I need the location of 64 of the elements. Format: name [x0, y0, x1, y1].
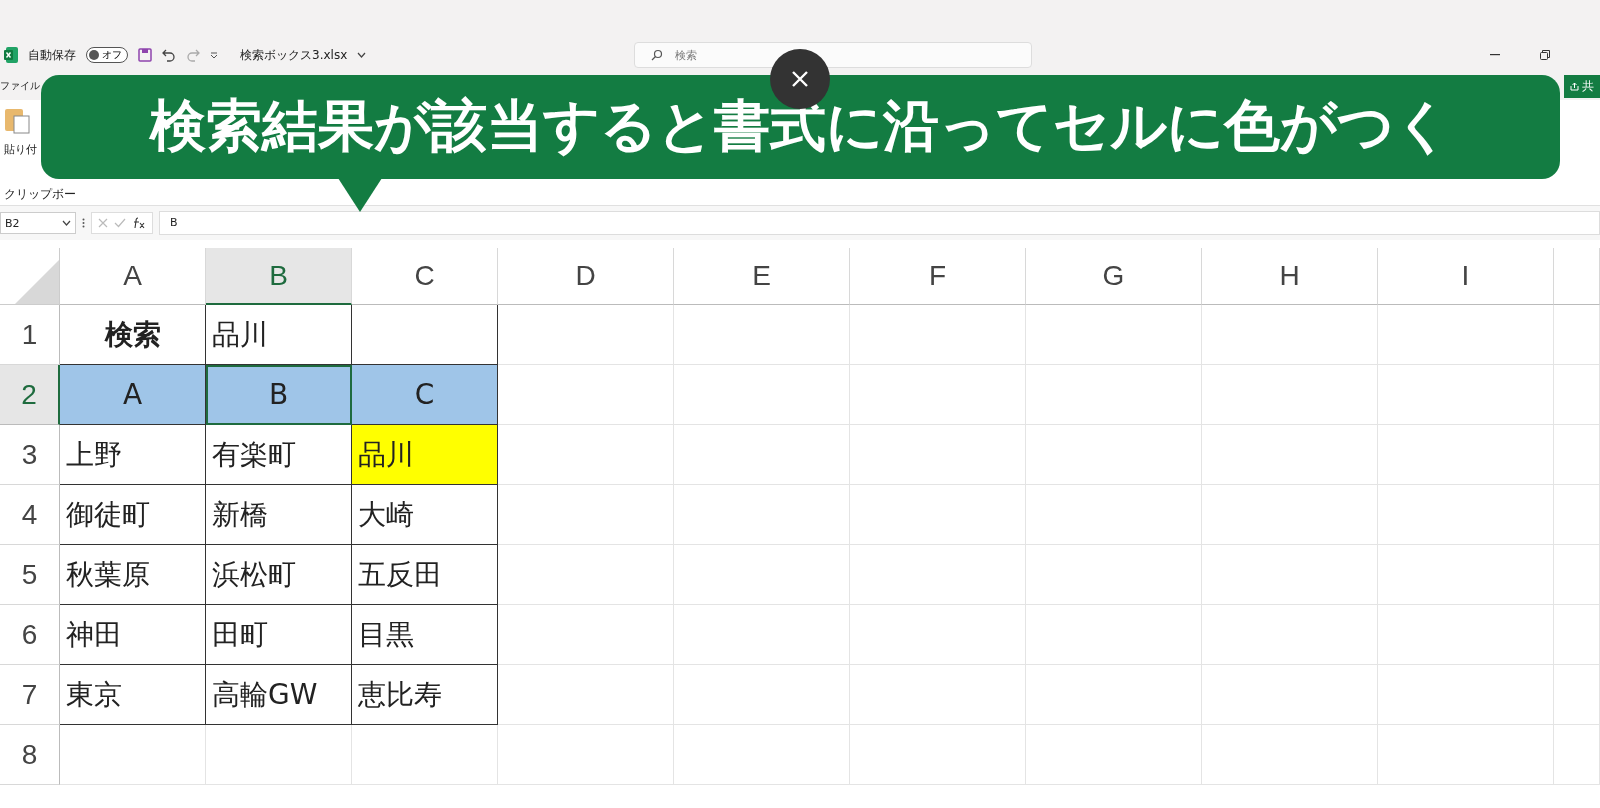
search-icon — [651, 49, 664, 61]
column-header[interactable]: F — [850, 248, 1026, 305]
column-header[interactable]: C — [352, 248, 498, 305]
column-header[interactable] — [1554, 248, 1600, 305]
paste-label[interactable]: 貼り付 — [4, 142, 37, 157]
caret-icon[interactable] — [210, 51, 218, 59]
chevron-icon — [62, 220, 71, 226]
table-cell[interactable]: 恵比寿 — [352, 665, 498, 725]
column-header[interactable]: H — [1202, 248, 1378, 305]
formula-field[interactable]: B — [159, 211, 1600, 235]
table-cell[interactable]: 東京 — [60, 665, 206, 725]
ribbon-tab[interactable]: ファイル — [0, 79, 40, 93]
column-header[interactable]: I — [1378, 248, 1554, 305]
chevron-icon[interactable] — [357, 52, 367, 58]
share-button[interactable]: 共 — [1564, 74, 1600, 98]
table-cell[interactable]: 浜松町 — [206, 545, 352, 605]
row-header[interactable]: 8 — [0, 725, 60, 785]
more-icon[interactable] — [82, 218, 85, 228]
table-cell[interactable]: B — [206, 365, 352, 425]
function-icon[interactable] — [132, 217, 146, 229]
file-name[interactable]: 検索ボックス3.xlsx — [240, 46, 348, 64]
table-cell[interactable]: 五反田 — [352, 545, 498, 605]
autosave-toggle[interactable]: オフ — [86, 47, 128, 63]
close-icon — [790, 69, 810, 89]
column-header[interactable]: A — [60, 248, 206, 305]
column-header[interactable]: B — [206, 248, 352, 305]
row-header[interactable]: 6 — [0, 605, 60, 665]
column-header[interactable]: G — [1026, 248, 1202, 305]
restore-icon[interactable] — [1540, 50, 1550, 60]
autosave-label: 自動保存 — [28, 46, 76, 64]
clipboard-icon[interactable] — [4, 106, 30, 134]
cancel-icon[interactable] — [98, 218, 108, 228]
table-cell[interactable]: 御徒町 — [60, 485, 206, 545]
search-field[interactable]: 検索 — [634, 42, 1033, 68]
table-cell[interactable]: C — [352, 365, 498, 425]
row-header[interactable]: 3 — [0, 425, 60, 485]
redo-icon[interactable] — [186, 48, 200, 62]
row-header[interactable]: 5 — [0, 545, 60, 605]
row-header[interactable]: 2 — [0, 365, 60, 425]
check-icon[interactable] — [114, 218, 126, 228]
table-cell[interactable]: 神田 — [60, 605, 206, 665]
minimize-icon[interactable] — [1490, 54, 1500, 56]
table-cell[interactable]: 上野 — [60, 425, 206, 485]
table-cell[interactable]: 大崎 — [352, 485, 498, 545]
table-cell[interactable]: 新橋 — [206, 485, 352, 545]
undo-icon[interactable] — [162, 48, 176, 62]
column-header[interactable]: D — [498, 248, 674, 305]
name-box[interactable]: B2 — [0, 212, 76, 234]
share-icon — [1570, 81, 1579, 91]
excel-logo-icon — [4, 47, 18, 63]
table-cell[interactable]: A — [60, 365, 206, 425]
search-input[interactable]: 検索 — [673, 47, 978, 63]
ribbon-group-label: クリップボー — [4, 186, 77, 203]
table-cell[interactable]: 秋葉原 — [60, 545, 206, 605]
select-all-icon[interactable] — [15, 260, 59, 304]
table-cell[interactable]: 高輪GW — [206, 665, 352, 725]
table-cell[interactable]: 品川 — [352, 425, 498, 485]
callout-pointer — [338, 178, 382, 212]
table-cell[interactable]: 田町 — [206, 605, 352, 665]
row-header[interactable]: 7 — [0, 665, 60, 725]
row-header[interactable]: 4 — [0, 485, 60, 545]
column-header[interactable]: E — [674, 248, 850, 305]
table-cell[interactable]: 目黒 — [352, 605, 498, 665]
save-icon[interactable] — [138, 48, 152, 62]
